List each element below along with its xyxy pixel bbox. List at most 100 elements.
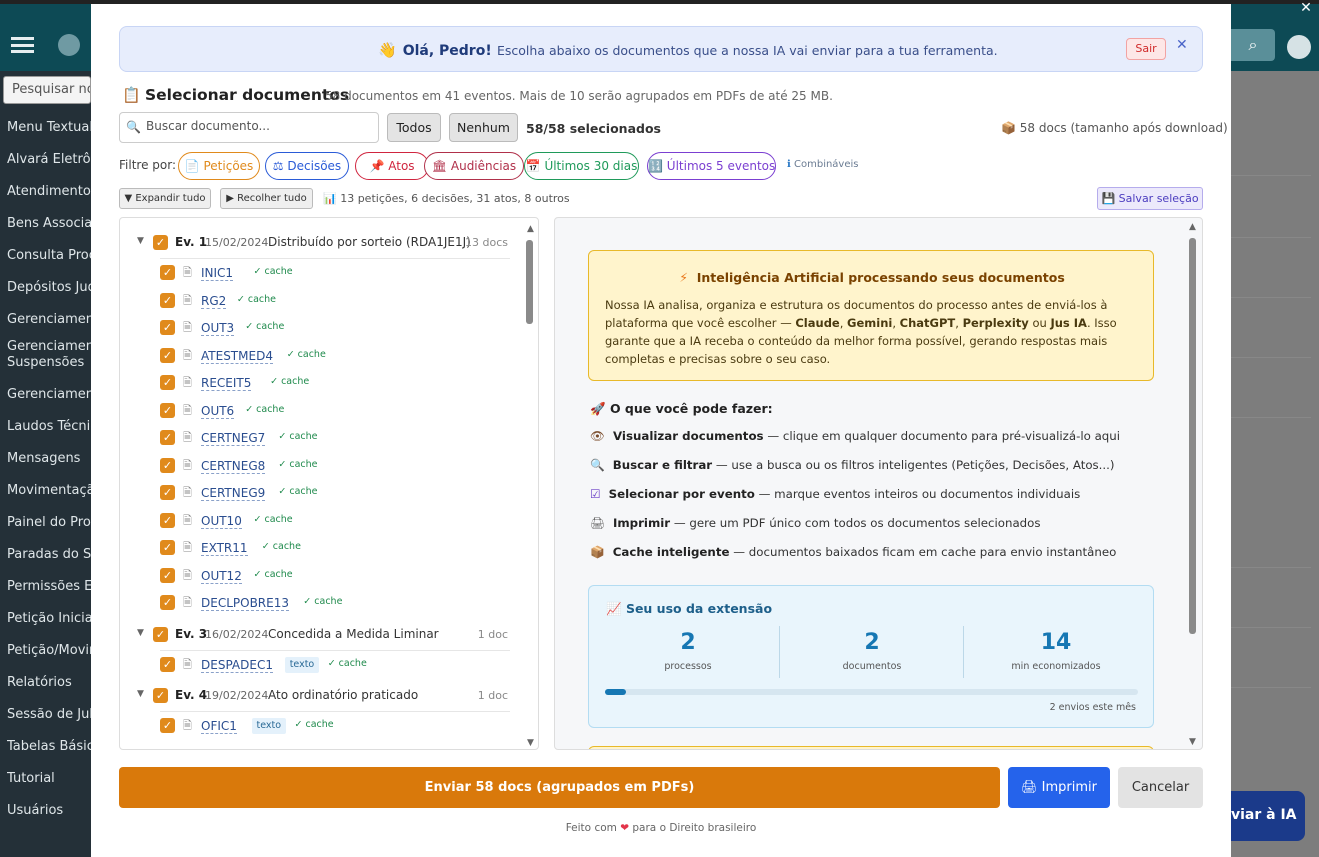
document-link[interactable]: DECLPOBRE13 — [201, 596, 289, 611]
save-selection-button[interactable]: 💾 Salvar seleção — [1097, 187, 1203, 210]
background-sidebar-item[interactable]: Atendimento e — [7, 184, 91, 199]
background-sidebar-item[interactable]: Depósitos Jud — [7, 280, 91, 295]
cancel-button[interactable]: Cancelar — [1118, 767, 1203, 808]
filter-chip[interactable]: 🏛 Audiências — [424, 152, 524, 180]
document-link[interactable]: RG2 — [201, 294, 227, 309]
document-link[interactable]: CERTNEG9 — [201, 486, 266, 501]
background-sidebar-item[interactable]: Consulta Proc — [7, 248, 91, 263]
background-sidebar-item[interactable]: Tabelas Básica — [7, 739, 91, 754]
background-sidebar-item[interactable]: Relatórios — [7, 675, 91, 690]
document-link[interactable]: OUT3 — [201, 321, 235, 336]
document-checkbox[interactable]: ✓ — [160, 567, 175, 583]
document-link[interactable]: OUT12 — [201, 569, 242, 584]
document-checkbox[interactable]: ✓ — [160, 540, 175, 555]
event-row[interactable]: ▼ ✓ Ev. 4 19/02/2024 Ato ordinatório pratica… — [120, 684, 520, 710]
filter-chip[interactable]: 📅 Últimos 30 dias — [524, 152, 639, 180]
document-checkbox[interactable]: ✓ — [160, 595, 175, 610]
document-checkbox[interactable]: ✓ — [160, 485, 175, 500]
logout-button[interactable]: Sair — [1126, 38, 1166, 60]
document-link[interactable]: INIC1 — [201, 266, 234, 281]
document-row[interactable]: ✓ 🗎 CERTNEG7 ✓ cache — [120, 426, 520, 453]
document-row[interactable]: ✓ 🗎 RECEIT5 ✓ cache — [120, 371, 520, 398]
document-link[interactable]: ATESTMED4 — [201, 349, 273, 364]
filter-chip[interactable]: 📄 Petições — [178, 152, 260, 180]
filter-chip[interactable]: 🔢 Últimos 5 eventos — [647, 152, 776, 180]
tree-scrollbar[interactable] — [526, 240, 533, 324]
document-checkbox[interactable]: ✓ — [160, 292, 175, 308]
document-row[interactable]: ✓ 🗎 CERTNEG8 ✓ cache — [120, 454, 520, 481]
background-search-button[interactable]: ⌕ — [1231, 29, 1275, 61]
event-row[interactable]: ▼ ✓ Ev. 1 15/02/2024 Distribuído por sorteio… — [120, 231, 520, 257]
background-sidebar-item[interactable]: Painel do Proc — [7, 515, 91, 530]
document-row[interactable]: ✓ 🗎 OFIC1 texto ✓ cache — [120, 714, 520, 741]
document-row[interactable]: ✓ 🗎 OUT6 ✓ cache — [120, 399, 520, 426]
document-checkbox[interactable]: ✓ — [160, 375, 175, 390]
filter-chip[interactable]: 📌 Atos — [355, 152, 429, 180]
filter-chip[interactable]: ⚖ Decisões — [265, 152, 349, 180]
background-sidebar-item[interactable]: Paradas do Sis — [7, 547, 91, 562]
background-sidebar-item[interactable]: Petição/Movim — [7, 643, 91, 658]
document-row[interactable]: ✓ 🗎 EXTR11 ✓ cache — [120, 536, 520, 563]
banner-close-icon[interactable]: ✕ — [1176, 37, 1188, 53]
background-sidebar-item[interactable]: Petição Inicial — [7, 611, 91, 626]
document-link[interactable]: OFIC1 — [201, 719, 237, 734]
expand-toggle-icon[interactable]: ▼ — [137, 628, 144, 638]
background-close-icon[interactable]: ✕ — [1298, 0, 1314, 18]
background-sidebar-item[interactable]: Tutorial — [7, 771, 91, 786]
document-row[interactable]: ✓ 🗎 OUT10 ✓ cache — [120, 509, 520, 536]
event-checkbox[interactable]: ✓ — [153, 688, 168, 703]
document-link[interactable]: CERTNEG8 — [201, 459, 266, 474]
document-link[interactable]: DESPADEC1 — [201, 658, 273, 673]
expand-toggle-icon[interactable]: ▼ — [137, 689, 144, 699]
document-link[interactable]: RECEIT5 — [201, 376, 252, 391]
document-checkbox[interactable]: ✓ — [160, 656, 175, 672]
background-sidebar-item[interactable]: Usuários — [7, 803, 91, 818]
scroll-down-icon[interactable]: ▼ — [527, 738, 534, 748]
background-sidebar-item[interactable]: Gerenciamento — [7, 387, 91, 402]
document-checkbox[interactable]: ✓ — [160, 457, 175, 473]
document-tree[interactable]: ▼ ✓ Ev. 1 15/02/2024 Distribuído por sorteio… — [119, 217, 539, 750]
scroll-up-icon[interactable]: ▲ — [527, 224, 534, 234]
document-row[interactable]: ✓ 🗎 OUT3 ✓ cache — [120, 316, 520, 343]
document-row[interactable]: ✓ 🗎 OUT12 ✓ cache — [120, 564, 520, 591]
document-link[interactable]: OUT10 — [201, 514, 242, 529]
preview-scrollbar[interactable] — [1189, 238, 1196, 634]
user-avatar-icon[interactable] — [1287, 35, 1311, 59]
document-checkbox[interactable]: ✓ — [160, 320, 175, 335]
background-sidebar-item[interactable]: Movimentação — [7, 483, 91, 498]
document-checkbox[interactable]: ✓ — [160, 512, 175, 528]
background-sidebar-item[interactable]: Menu Textual — [7, 120, 91, 135]
document-link[interactable]: EXTR11 — [201, 541, 248, 556]
document-row[interactable]: ✓ 🗎 INIC1 ✓ cache — [120, 261, 520, 288]
document-checkbox[interactable]: ✓ — [160, 402, 175, 418]
print-button[interactable]: 🖨 Imprimir — [1008, 767, 1110, 808]
background-sidebar-item[interactable]: Gerenciamento — [7, 312, 91, 327]
background-sidebar-item[interactable]: Permissões Ex — [7, 579, 91, 594]
document-row[interactable]: ✓ 🗎 DECLPOBRE13 ✓ cache — [120, 591, 520, 618]
document-row[interactable]: ✓ 🗎 ATESTMED4 ✓ cache — [120, 344, 520, 371]
document-checkbox[interactable]: ✓ — [160, 430, 175, 445]
send-button[interactable]: Enviar 58 docs (agrupados em PDFs) — [119, 767, 1000, 808]
document-link[interactable]: OUT6 — [201, 404, 235, 419]
background-sidebar-item[interactable]: Alvará Eletrôni — [7, 152, 91, 167]
background-sidebar-item[interactable]: Mensagens — [7, 451, 91, 466]
background-sidebar-item[interactable]: Laudos Técnic — [7, 419, 91, 434]
background-sidebar-item[interactable]: Bens Associa — [7, 216, 91, 231]
document-row[interactable]: ✓ 🗎 DESPADEC1 texto ✓ cache — [120, 653, 520, 680]
event-checkbox[interactable]: ✓ — [153, 626, 168, 642]
document-checkbox[interactable]: ✓ — [160, 347, 175, 363]
document-search-input[interactable] — [146, 119, 371, 133]
scroll-up-icon[interactable]: ▲ — [1189, 222, 1196, 232]
scroll-down-icon[interactable]: ▼ — [1189, 737, 1196, 747]
document-checkbox[interactable]: ✓ — [160, 718, 175, 733]
event-row[interactable]: ▼ ✓ Ev. 3 16/02/2024 Concedida a Medida Limi… — [120, 623, 520, 649]
event-checkbox[interactable]: ✓ — [153, 235, 168, 250]
background-search-input[interactable]: Pesquisar no — [3, 76, 91, 104]
background-sidebar-item[interactable]: Sessão de Julg — [7, 707, 91, 722]
select-none-button[interactable]: Nenhum — [449, 113, 518, 142]
document-link[interactable]: CERTNEG7 — [201, 431, 266, 446]
background-sidebar-item[interactable]: Gerenciamento Suspensões — [7, 339, 91, 371]
expand-toggle-icon[interactable]: ▼ — [137, 236, 144, 246]
background-send-button[interactable]: viar à IA — [1231, 791, 1305, 841]
expand-all-button[interactable]: ▼ Expandir tudo — [119, 188, 211, 209]
